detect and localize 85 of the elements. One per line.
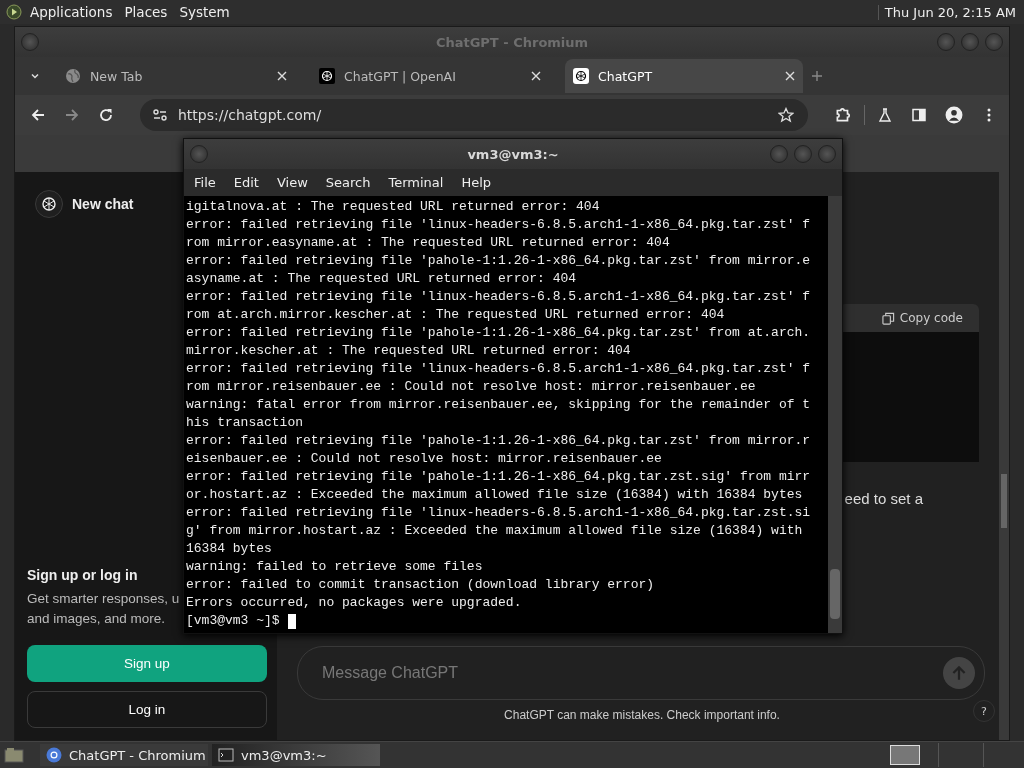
address-bar[interactable]: https://chatgpt.com/ [140, 99, 808, 131]
minimize-button[interactable] [937, 33, 955, 51]
terminal-line: error: failed retrieving file 'linux-headers-6.8.5.arch1-1-x86_64.pkg.tar.zst' f [186, 288, 812, 306]
maximize-button[interactable] [794, 145, 812, 163]
signup-heading: Sign up or log in [27, 567, 138, 583]
menu-item[interactable]: Search [325, 175, 381, 190]
login-button[interactable]: Log in [27, 691, 267, 728]
terminal-line: rom mirror.easyname.at : The requested URL returned error: 404 [186, 234, 671, 252]
terminal-line: eisenbauer.ee : Could not resolve host: mirror.reisenbauer.ee [186, 450, 663, 468]
terminal-line: error: failed retrieving file 'pahole-1:1.26-1-x86_64.pkg.tar.zst' from at.arch. [186, 324, 812, 342]
panel-menu[interactable]: Places [120, 4, 176, 20]
openai-icon [573, 68, 589, 84]
back-icon[interactable] [30, 107, 46, 123]
play-icon[interactable] [6, 4, 22, 20]
flask-icon[interactable] [877, 107, 893, 123]
scrollbar[interactable] [828, 196, 842, 633]
terminal-line: rom mirror.reisenbauer.ee : Could not resolve host: mirror.reisenbauer.ee [186, 378, 757, 396]
signup-text: Get smarter responses, u [27, 590, 180, 608]
clock[interactable]: Thu Jun 20, 2:15 AM [877, 4, 1016, 20]
window-menu-button[interactable] [190, 145, 208, 163]
close-icon[interactable] [785, 71, 795, 81]
workspace-switcher[interactable] [890, 745, 920, 765]
panel-menu[interactable]: Applications [26, 4, 121, 20]
side-panel-icon[interactable] [911, 107, 927, 123]
puzzle-icon[interactable] [834, 106, 852, 124]
menu-item[interactable]: Terminal [388, 175, 454, 190]
disclaimer-text: ChatGPT can make mistakes. Check important info. [504, 708, 780, 722]
openai-icon [35, 190, 63, 218]
browser-tab[interactable]: ChatGPT | OpenAI [311, 59, 549, 93]
chromium-icon [46, 747, 62, 763]
close-button[interactable] [818, 145, 836, 163]
arrow-up-icon [950, 664, 968, 682]
forward-icon[interactable] [64, 107, 80, 123]
site-settings-icon[interactable] [152, 107, 168, 123]
terminal-line: error: failed retrieving file 'linux-headers-6.8.5.arch1-1-x86_64.pkg.tar.zst.si [186, 504, 812, 522]
text-cursor [287, 613, 296, 629]
terminal-line: or.hostart.az : Exceeded the maximum allowed file size (16384) with 16384 bytes [186, 486, 804, 504]
message-field[interactable]: Message ChatGPT [297, 646, 985, 700]
globe-icon [65, 68, 81, 84]
minimize-button[interactable] [770, 145, 788, 163]
signup-text: and images, and more. [27, 610, 166, 628]
terminal-line: g' from mirror.hostart.az : Exceeded the maximum allowed file size (16384) with [186, 522, 804, 540]
terminal-line: warning: failed to retrieve some files [186, 558, 484, 576]
openai-icon [319, 68, 335, 84]
terminal-line: rom at.arch.mirror.kescher.at : The requested URL returned error: 404 [186, 306, 726, 324]
window-menu-button[interactable] [21, 33, 39, 51]
terminal-line: error: failed retrieving file 'linux-headers-6.8.5.arch1-1-x86_64.pkg.tar.zst' f [186, 360, 812, 378]
terminal-line: asyname.at : The requested URL returned error: 404 [186, 270, 578, 288]
profile-icon[interactable] [945, 106, 963, 124]
window-title: ChatGPT - Chromium [435, 34, 589, 50]
menu-item[interactable]: File [194, 175, 226, 190]
shell-prompt: [vm3@vm3 ~]$ [186, 612, 280, 630]
star-icon[interactable] [778, 107, 794, 123]
close-icon[interactable] [531, 71, 541, 81]
close-icon[interactable] [277, 71, 287, 81]
terminal-line: mirror.kescher.at : The requested URL returned error: 404 [186, 342, 632, 360]
taskbar-button[interactable]: ChatGPT - Chromium [40, 744, 208, 766]
message-text: eed to set a [844, 490, 923, 507]
terminal-line: his transaction [186, 414, 305, 432]
terminal-line: error: failed to commit transaction (download library error) [186, 576, 656, 594]
panel-menu[interactable]: System [175, 4, 238, 20]
menu-item[interactable]: View [276, 175, 318, 190]
terminal-line: error: failed retrieving file 'pahole-1:1.26-1-x86_64.pkg.tar.zst' from mirror.e [186, 252, 812, 270]
copy-code-button[interactable]: Copy code [881, 311, 963, 325]
window-title: vm3@vm3:~ [467, 146, 559, 162]
reload-icon[interactable] [98, 107, 114, 123]
terminal-line: error: failed retrieving file 'pahole-1:1.26-1-x86_64.pkg.tar.zst.sig' from mirr [186, 468, 812, 486]
terminal-line: igitalnova.at : The requested URL returned error: 404 [186, 198, 601, 216]
terminal-line: Errors occurred, no packages were upgraded. [186, 594, 523, 612]
menu-item[interactable]: Help [461, 175, 502, 190]
new-chat-item[interactable]: New chat [35, 190, 134, 218]
terminal-line: 16384 bytes [186, 540, 273, 558]
close-button[interactable] [985, 33, 1003, 51]
copy-icon [881, 311, 895, 325]
taskbar-button[interactable]: vm3@vm3:~ [212, 744, 380, 766]
terminal-line: warning: fatal error from mirror.reisenbauer.ee, skipping for the remainder of t [186, 396, 812, 414]
terminal-line: error: failed retrieving file 'pahole-1:1.26-1-x86_64.pkg.tar.zst' from mirror.r [186, 432, 812, 450]
new-tab-icon[interactable] [811, 70, 823, 82]
maximize-button[interactable] [961, 33, 979, 51]
terminal-icon [218, 747, 234, 763]
menu-item[interactable]: Edit [233, 175, 269, 190]
browser-tab[interactable]: ChatGPT [565, 59, 803, 93]
scrollbar[interactable] [999, 172, 1009, 740]
terminal-line: error: failed retrieving file 'linux-headers-6.8.5.arch1-1-x86_64.pkg.tar.zst' f [186, 216, 812, 234]
browser-tab[interactable]: New Tab [57, 59, 295, 93]
